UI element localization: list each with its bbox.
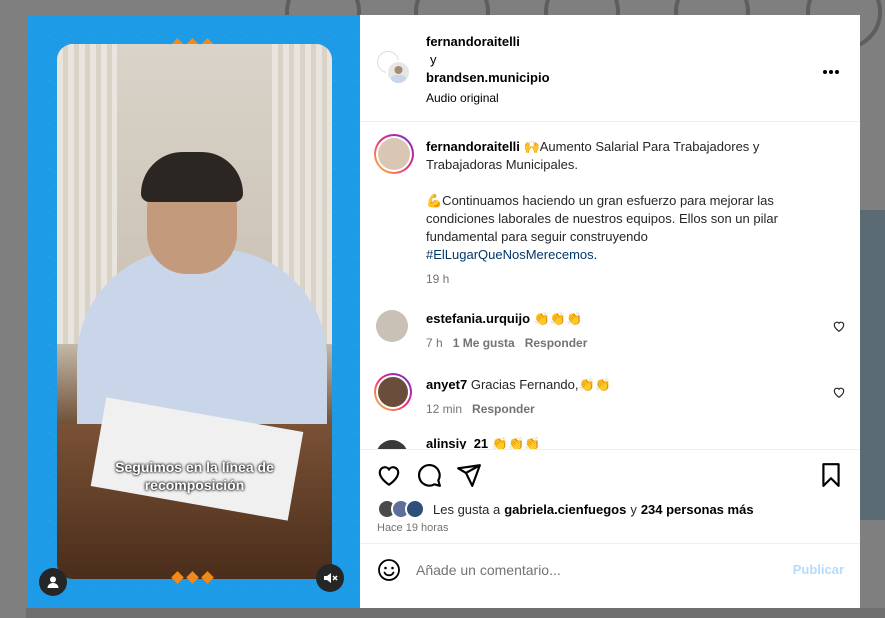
avatar — [386, 60, 411, 85]
heart-icon[interactable] — [832, 319, 846, 333]
comment-meta: 7 h1 Me gusta Responder — [426, 336, 588, 350]
caption-text: fernandoraitelli 🙌Aumento Salarial Para … — [426, 138, 818, 288]
post-details: fernandoraitelli y brandsen.municipio Au… — [360, 15, 860, 608]
decor-diamonds-bottom — [171, 571, 214, 584]
author-username-2[interactable]: brandsen.municipio — [426, 69, 550, 87]
post-modal: Seguimos en la línea de recomposición fe… — [27, 15, 860, 608]
author-username-1[interactable]: fernandoraitelli — [426, 33, 550, 51]
user-icon — [47, 576, 59, 588]
like-heart-icon[interactable] — [376, 462, 402, 488]
liked-by[interactable]: Les gusta a gabriela.cienfuegos y 234 pe… — [377, 499, 758, 519]
authors-joiner: y — [430, 52, 437, 67]
comment-username[interactable]: anyet7 — [426, 377, 467, 392]
background-post-preview — [860, 210, 885, 520]
emoji-icon[interactable] — [377, 558, 401, 582]
liker-username[interactable]: gabriela.cienfuegos — [504, 502, 626, 517]
avatar-story-ring[interactable] — [374, 373, 412, 411]
more-horizontal-icon — [823, 70, 839, 74]
comment-text: 👏👏👏 — [491, 436, 541, 449]
post-media[interactable]: Seguimos en la línea de recomposición — [27, 15, 360, 608]
reply-button[interactable]: Responder — [472, 402, 535, 416]
post-timestamp: Hace 19 horas — [377, 522, 449, 534]
avatar-story-ring[interactable] — [374, 134, 414, 174]
more-options-button[interactable] — [822, 59, 840, 80]
comment-text: 👏👏👏 — [533, 311, 583, 326]
share-send-icon[interactable] — [456, 462, 482, 488]
likes-section: Les gusta a gabriela.cienfuegos y 234 pe… — [360, 499, 860, 543]
comment-bubble-icon[interactable] — [416, 462, 442, 488]
comment-input[interactable] — [416, 558, 776, 582]
comment-username[interactable]: estefania.urquijo — [426, 311, 530, 326]
post-actions — [360, 449, 860, 499]
post-authors: fernandoraitelli y brandsen.municipio Au… — [426, 33, 550, 109]
comment-composer: Publicar — [360, 543, 860, 596]
publish-button[interactable]: Publicar — [793, 562, 844, 577]
likes-count[interactable]: 234 personas más — [641, 502, 754, 517]
video-player[interactable]: Seguimos en la línea de recomposición — [57, 44, 332, 579]
comment-likes[interactable]: 1 Me gusta — [453, 336, 515, 350]
collab-avatars[interactable] — [377, 51, 411, 85]
tagged-users-button[interactable] — [39, 568, 67, 596]
avatar[interactable] — [376, 440, 408, 449]
mute-button[interactable] — [316, 564, 344, 592]
audio-link[interactable]: Audio original — [426, 87, 550, 109]
comment-text: Gracias Fernando,👏👏 — [470, 377, 611, 392]
comments-list[interactable]: fernandoraitelli 🙌Aumento Salarial Para … — [360, 122, 860, 449]
reply-button[interactable]: Responder — [525, 336, 588, 350]
bookmark-icon[interactable] — [818, 462, 844, 488]
hashtag-link[interactable]: #ElLugarQueNosMerecemos — [426, 247, 594, 262]
comment-username[interactable]: alinsiy_21 — [426, 436, 488, 449]
avatar[interactable] — [376, 310, 408, 342]
liker-avatars — [377, 499, 425, 519]
post-header: fernandoraitelli y brandsen.municipio Au… — [360, 15, 860, 122]
heart-icon[interactable] — [832, 385, 846, 399]
background-post-strip — [26, 608, 885, 618]
comment-meta: 12 min Responder — [426, 402, 535, 416]
caption-username[interactable]: fernandoraitelli — [426, 139, 520, 154]
video-caption: Seguimos en la línea de recomposición — [115, 459, 274, 493]
video-person-hair — [141, 152, 243, 202]
speaker-muted-icon — [324, 573, 338, 583]
caption-time: 19 h — [426, 272, 450, 286]
